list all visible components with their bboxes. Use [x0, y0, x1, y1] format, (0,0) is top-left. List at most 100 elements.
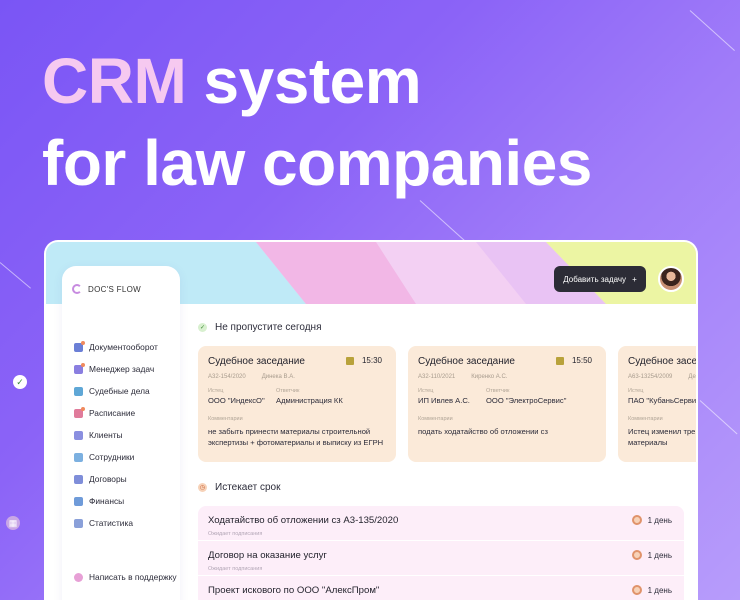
defendant-label: Ответчик — [276, 388, 300, 394]
deadline-section-title: ◷ Истекает срок — [198, 482, 280, 493]
sidebar-item[interactable]: Договоры — [74, 468, 158, 490]
clock-icon — [631, 585, 642, 595]
sidebar-item[interactable]: Судебные дела — [74, 380, 158, 402]
card-time-value: 15:50 — [571, 356, 592, 365]
hero-line2: for law companies — [42, 127, 592, 199]
sidebar-item-label: Сотрудники — [89, 452, 135, 462]
tasks-icon — [74, 362, 85, 374]
sidebar-item[interactable]: Сотрудники — [74, 446, 158, 468]
add-task-button[interactable]: Добавить задачу + — [554, 266, 646, 292]
sidebar-item[interactable]: Документооборот — [74, 336, 158, 358]
contracts-icon — [74, 474, 83, 484]
sidebar-item[interactable]: Клиенты — [74, 424, 158, 446]
card-meta: А32-110/2021 Киренко А.С. — [418, 374, 507, 380]
support-label: Написать в поддержку — [89, 572, 177, 582]
card-meta: А63-13254/2009 Де — [628, 374, 696, 380]
deadline-title: Истекает срок — [215, 482, 281, 493]
comment-label: Комментарии — [628, 416, 663, 422]
plaintiff-value: ИП Ивлев А.С. — [418, 396, 470, 405]
days-left: 1 день — [647, 585, 672, 595]
documents-icon — [74, 340, 85, 352]
card-time-value: 15:30 — [361, 356, 382, 365]
deadline-status: Ожидает подписания — [208, 531, 263, 537]
app-window: DOC'S FLOW Документооборот Менеджер задач… — [44, 240, 698, 600]
sidebar-item-label: Договоры — [89, 474, 127, 484]
event-card[interactable]: Судебное заседание А63-13254/2009 Де Ист… — [618, 346, 698, 462]
sidebar-item-label: Финансы — [89, 496, 125, 506]
sidebar-item[interactable]: Финансы — [74, 490, 158, 512]
notification-dot — [81, 362, 85, 367]
app-logo[interactable]: DOC'S FLOW — [72, 284, 141, 294]
sidebar-item-label: Расписание — [89, 408, 136, 418]
event-card[interactable]: Судебное заседание 15:30 А32-154/2020 Ди… — [198, 346, 396, 462]
deadline-title: Ходатайство об отложении сз А3-135/2020 — [208, 515, 399, 526]
calendar-icon — [345, 356, 354, 365]
deadline-title: Договор на оказание услуг — [208, 550, 327, 561]
decorative-line — [699, 400, 738, 435]
check-icon: ✓ — [198, 323, 207, 332]
logo-icon — [72, 284, 82, 294]
judge-name: Де — [688, 374, 696, 380]
logo-text: DOC'S FLOW — [88, 284, 141, 294]
avatar[interactable] — [658, 266, 684, 292]
hero-line1: system — [186, 45, 422, 117]
check-icon: ✓ — [13, 375, 27, 389]
today-title: Не пропустите сегодня — [215, 322, 322, 333]
support-icon — [74, 572, 83, 582]
card-time: 15:50 — [555, 356, 592, 365]
card-title: Судебное заседание — [418, 356, 515, 367]
sidebar-nav: Документооборот Менеджер задач Судебные де… — [74, 336, 158, 534]
deadline-row[interactable]: Проект искового по ООО "АлексПром" 1 ден… — [198, 576, 684, 600]
case-number: А32-110/2021 — [418, 374, 456, 380]
judge-name: Динека В.А. — [261, 374, 295, 380]
deadline-days: 1 день — [631, 515, 672, 525]
today-cards: Судебное заседание 15:30 А32-154/2020 Ди… — [198, 346, 698, 462]
hero-title: CRM system for law companies — [42, 40, 592, 204]
stats-icon — [74, 518, 83, 528]
comment-text: Истец изменил тре и материалы — [628, 427, 698, 447]
support-link[interactable]: Написать в поддержку — [74, 572, 177, 582]
deadline-days: 1 день — [631, 585, 672, 595]
event-card[interactable]: Судебное заседание 15:50 А32-110/2021 Ки… — [408, 346, 606, 462]
clients-icon — [74, 430, 83, 440]
deadline-status: Ожидает подписания — [208, 566, 263, 572]
card-time: 15:30 — [345, 356, 382, 365]
calendar-icon — [74, 406, 85, 418]
today-section-title: ✓ Не пропустите сегодня — [198, 322, 321, 333]
defendant-value: ООО "ЭлектроСервис" — [486, 396, 567, 405]
sidebar-item-label: Статистика — [89, 518, 133, 528]
card-title: Судебное заседание — [628, 356, 697, 367]
deadline-row[interactable]: Ходатайство об отложении сз А3-135/2020 … — [198, 506, 684, 541]
comment-label: Комментарии — [208, 416, 243, 422]
card-meta: А32-154/2020 Динека В.А. — [208, 374, 295, 380]
deadline-row[interactable]: Договор на оказание услуг Ожидает подпис… — [198, 541, 684, 576]
calendar-icon — [555, 356, 564, 365]
sidebar-item-label: Документооборот — [89, 342, 158, 352]
decorative-line — [689, 10, 735, 52]
sidebar-item[interactable]: Менеджер задач — [74, 358, 158, 380]
clock-icon: ◷ — [198, 483, 207, 492]
sidebar-item[interactable]: Статистика — [74, 512, 158, 534]
deadline-title: Проект искового по ООО "АлексПром" — [208, 585, 380, 596]
days-left: 1 день — [647, 515, 672, 525]
finance-icon — [74, 496, 83, 506]
plaintiff-label: Истец — [628, 388, 644, 394]
clock-icon — [631, 550, 642, 560]
plaintiff-value: ООО "ИндексО" — [208, 396, 265, 405]
sidebar-item-label: Клиенты — [89, 430, 123, 440]
case-number: А63-13254/2009 — [628, 374, 673, 380]
decorative-line — [0, 262, 31, 289]
notification-dot — [81, 406, 85, 411]
deadline-days: 1 день — [631, 550, 672, 560]
comment-text: не забыть принести материалы строительно… — [208, 427, 384, 447]
card-title: Судебное заседание — [208, 356, 305, 367]
comment-text: подать ходатайство об отложении сз — [418, 427, 548, 436]
employees-icon — [74, 452, 83, 462]
plaintiff-label: Истец — [208, 388, 224, 394]
court-icon — [74, 386, 83, 396]
sidebar-item[interactable]: Расписание — [74, 402, 158, 424]
hero-accent: CRM — [42, 45, 187, 117]
notification-dot — [81, 340, 85, 345]
deadline-list: Ходатайство об отложении сз А3-135/2020 … — [198, 506, 684, 600]
clock-icon — [631, 515, 642, 525]
